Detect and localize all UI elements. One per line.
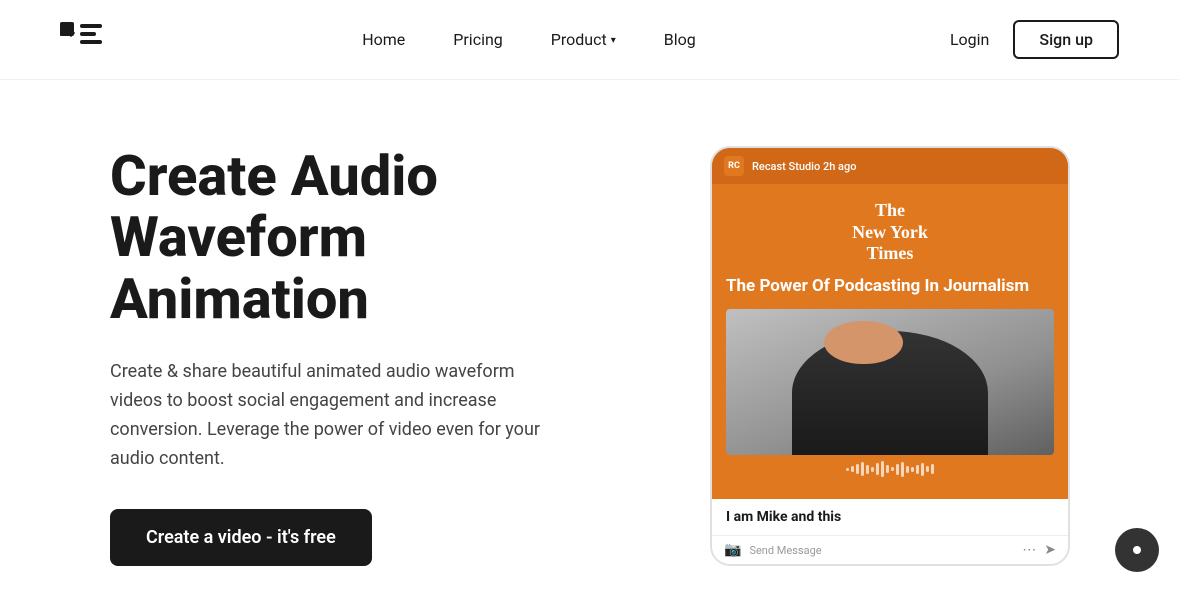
person-head: [824, 321, 903, 365]
more-icon: ⋯: [1022, 542, 1036, 558]
camera-icon: 📷: [724, 542, 741, 558]
story-image: [726, 309, 1054, 455]
phone-card: RC Recast Studio 2h ago The New York Tim…: [710, 146, 1070, 566]
demo-section: RC Recast Studio 2h ago The New York Tim…: [710, 146, 1070, 566]
recast-icon: RC: [724, 156, 744, 176]
waveform-bar: [851, 466, 854, 472]
nav-home[interactable]: Home: [362, 30, 405, 49]
site-header: Home Pricing Product ▾ Blog Login Sign u…: [0, 0, 1179, 80]
hero-title: Create Audio Waveform Animation: [110, 146, 630, 331]
hero-description: Create & share beautiful animated audio …: [110, 358, 570, 473]
nyt-logo-text: The New York Times: [726, 200, 1054, 265]
waveform-bar: [926, 466, 929, 472]
main-content: Create Audio Waveform Animation Create &…: [0, 80, 1179, 592]
waveform-bar: [916, 465, 919, 474]
story-content: The New York Times The Power Of Podcasti…: [712, 184, 1068, 499]
waveform-bar: [901, 462, 904, 477]
ig-bar-left: 📷 Send Message: [724, 542, 822, 558]
chat-dot: [1133, 546, 1141, 554]
cta-button[interactable]: Create a video - it's free: [110, 509, 372, 566]
story-title: The Power Of Podcasting In Journalism: [726, 275, 1054, 297]
waveform-bar: [846, 468, 849, 471]
waveform-bar: [861, 462, 864, 476]
waveform: [726, 455, 1054, 483]
nav-product[interactable]: Product ▾: [551, 30, 616, 49]
story-header-text: Recast Studio 2h ago: [752, 160, 856, 173]
waveform-bar: [931, 464, 934, 474]
hero-section: Create Audio Waveform Animation Create &…: [110, 146, 630, 567]
waveform-bar: [891, 467, 894, 471]
signup-button[interactable]: Sign up: [1013, 20, 1119, 59]
main-nav: Home Pricing Product ▾ Blog: [362, 30, 696, 49]
story-area: RC Recast Studio 2h ago The New York Tim…: [712, 148, 1068, 499]
waveform-bar: [921, 463, 924, 476]
caption-bar: I am Mike and this: [712, 499, 1068, 535]
ig-bar: 📷 Send Message ⋯ ➤: [712, 535, 1068, 564]
send-icon: ➤: [1044, 542, 1056, 558]
nav-blog[interactable]: Blog: [664, 30, 696, 49]
waveform-bar: [856, 464, 859, 474]
ig-message-input: Send Message: [749, 544, 821, 557]
chat-widget[interactable]: [1115, 528, 1159, 572]
waveform-bar: [906, 466, 909, 473]
waveform-bar: [911, 467, 914, 472]
waveform-bar: [866, 465, 869, 474]
story-header: RC Recast Studio 2h ago: [712, 148, 1068, 184]
waveform-bar: [896, 464, 899, 475]
nav-pricing[interactable]: Pricing: [453, 30, 503, 49]
caption-text: I am Mike and this: [726, 509, 841, 525]
waveform-bar: [871, 467, 874, 472]
phone-inner: RC Recast Studio 2h ago The New York Tim…: [712, 148, 1068, 564]
chevron-down-icon: ▾: [611, 35, 616, 46]
logo[interactable]: [60, 22, 108, 58]
waveform-bar: [886, 465, 889, 473]
nyt-logo: The New York Times: [726, 200, 1054, 265]
story-image-bg: [726, 309, 1054, 455]
ig-bar-right: ⋯ ➤: [1022, 542, 1056, 558]
waveform-bar: [876, 463, 879, 475]
waveform-bar: [881, 461, 884, 477]
login-button[interactable]: Login: [950, 30, 989, 49]
auth-buttons: Login Sign up: [950, 20, 1119, 59]
